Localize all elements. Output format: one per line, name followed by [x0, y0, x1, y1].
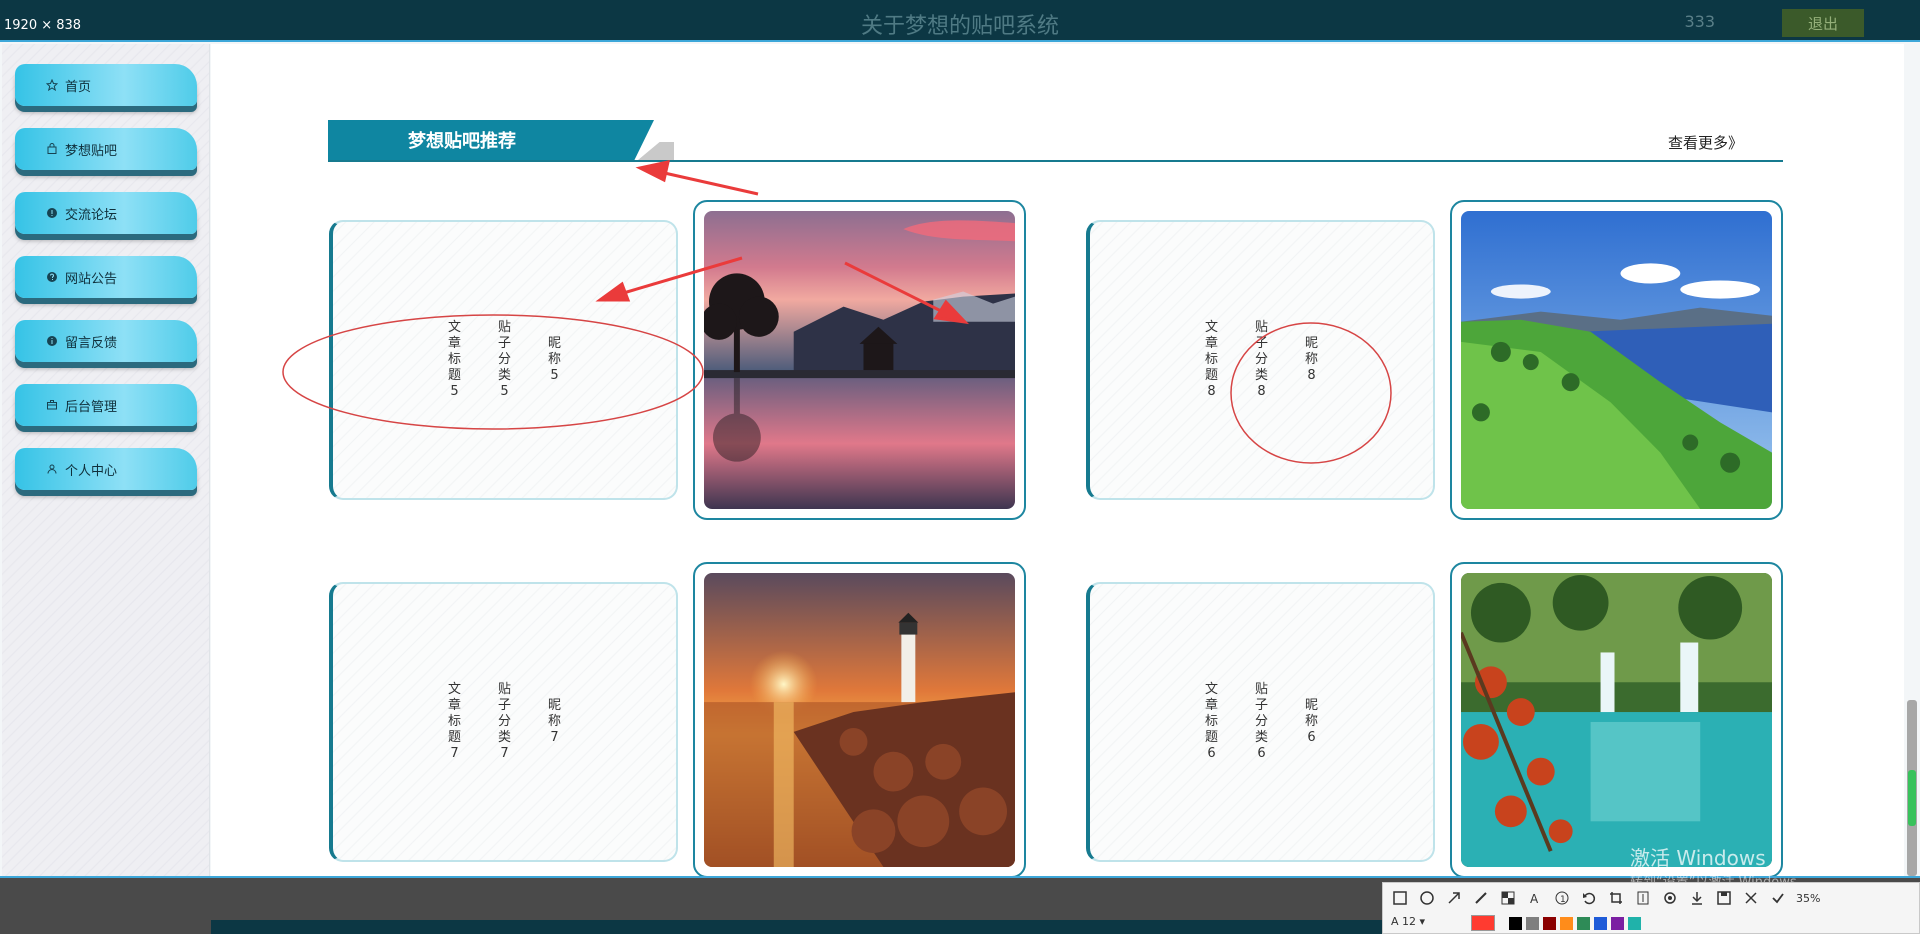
sidebar-item-label: 网站公告 [65, 271, 118, 287]
post-title: 文章标题5 [447, 320, 461, 399]
post-card[interactable]: 文章标题5 贴子分类5 昵称5 [329, 220, 678, 500]
post-image-card[interactable] [1450, 200, 1783, 520]
color-swatch[interactable] [1526, 916, 1539, 930]
rectangle-icon[interactable] [1391, 889, 1409, 907]
post-category: 贴子分类5 [497, 320, 511, 399]
close-icon[interactable] [1742, 889, 1760, 907]
check-icon[interactable] [1769, 889, 1787, 907]
color-swatch[interactable] [1509, 916, 1522, 930]
bag-icon [45, 142, 59, 156]
sidebar-item-label: 交流论坛 [65, 207, 118, 223]
sidebar-item-label: 梦想贴吧 [65, 143, 118, 159]
crop-icon[interactable] [1607, 889, 1625, 907]
user-icon [45, 462, 59, 476]
question-circle-icon [45, 270, 59, 284]
color-swatch[interactable] [1594, 916, 1607, 930]
sidebar-item-admin[interactable]: 后台管理 [15, 384, 197, 426]
sidebar-item-label: 留言反馈 [65, 335, 118, 351]
pencil-icon[interactable] [1472, 889, 1490, 907]
post-card[interactable]: 文章标题7 贴子分类7 昵称7 [329, 582, 678, 862]
download-icon[interactable] [1688, 889, 1706, 907]
scroll-indicator [1908, 770, 1916, 826]
site-title: 关于梦想的贴吧系统 [860, 14, 1059, 39]
sidebar-item-dream-forum[interactable]: 梦想贴吧 [15, 128, 197, 170]
post-category: 贴子分类7 [497, 682, 511, 761]
arrow-icon[interactable] [1445, 889, 1463, 907]
color-swatch[interactable] [1628, 916, 1641, 930]
sidebar-item-feedback[interactable]: 留言反馈 [15, 320, 197, 362]
post-title: 文章标题7 [447, 682, 461, 761]
post-image [1461, 573, 1772, 867]
svg-text:A: A [1530, 892, 1539, 905]
post-image-card[interactable] [693, 200, 1026, 520]
post-category: 贴子分类8 [1254, 320, 1268, 399]
undo-icon[interactable] [1580, 889, 1598, 907]
view-more-link[interactable]: 查看更多》 [1668, 132, 1743, 153]
color-swatch[interactable] [1611, 916, 1624, 930]
color-swatch[interactable] [1577, 916, 1590, 930]
post-meta: 文章标题6 贴子分类6 昵称6 [1090, 682, 1433, 762]
sidebar-item-announcements[interactable]: 网站公告 [15, 256, 197, 298]
post-image [1461, 211, 1772, 509]
logout-button[interactable]: 退出 [1782, 9, 1864, 37]
star-icon [45, 78, 59, 92]
post-card[interactable]: 文章标题6 贴子分类6 昵称6 [1086, 582, 1435, 862]
mosaic-icon[interactable] [1499, 889, 1517, 907]
color-swatch[interactable] [1543, 916, 1556, 930]
text-icon[interactable]: A [1526, 889, 1544, 907]
post-card[interactable]: 文章标题8 贴子分类8 昵称8 [1086, 220, 1435, 500]
font-size-select[interactable]: A 12 ▾ [1391, 915, 1451, 928]
post-meta: 文章标题8 贴子分类8 昵称8 [1090, 320, 1433, 400]
top-bar: 关于梦想的贴吧系统 333 退出 1920 × 838 [0, 0, 1920, 42]
sidebar-item-profile[interactable]: 个人中心 [15, 448, 197, 490]
post-image [704, 211, 1015, 509]
briefcase-icon [45, 398, 59, 412]
pin-icon[interactable] [1661, 889, 1679, 907]
post-meta: 文章标题5 贴子分类5 昵称5 [333, 320, 676, 400]
sidebar-item-home[interactable]: 首页 [15, 64, 197, 106]
selection-border [0, 40, 1920, 42]
sidebar-item-exchange-forum[interactable]: 交流论坛 [15, 192, 197, 234]
scroll-capture-icon[interactable] [1634, 889, 1652, 907]
color-palette [1383, 913, 1919, 933]
sidebar: 首页 梦想贴吧 交流论坛 网站公告 留言反馈 后台管理 个人中心 [2, 44, 210, 878]
info-circle-icon [45, 334, 59, 348]
post-nickname: 昵称7 [547, 698, 561, 745]
section-tab-shadow [638, 142, 674, 160]
number-icon[interactable]: 1 [1553, 889, 1571, 907]
zoom-level: 35% [1796, 891, 1821, 905]
post-image-card[interactable] [693, 562, 1026, 878]
post-meta: 文章标题7 贴子分类7 昵称7 [333, 682, 676, 762]
screenshot-toolbar: A 1 35% A 12 ▾ [1382, 882, 1920, 934]
sidebar-item-label: 个人中心 [65, 463, 118, 479]
sidebar-item-label: 首页 [65, 79, 92, 95]
sidebar-item-label: 后台管理 [65, 399, 118, 415]
save-icon[interactable] [1715, 889, 1733, 907]
post-image [704, 573, 1015, 867]
section-title: 梦想贴吧推荐 [328, 120, 654, 160]
toolbar-tools: A 1 35% [1383, 883, 1919, 913]
username-label: 333 [1684, 12, 1715, 31]
color-swatch[interactable] [1560, 916, 1573, 930]
section-header: 梦想贴吧推荐 查看更多》 [328, 120, 1783, 162]
post-nickname: 昵称6 [1304, 698, 1318, 745]
color-swatch[interactable] [1471, 915, 1495, 931]
svg-text:1: 1 [1560, 895, 1566, 905]
post-nickname: 昵称8 [1304, 336, 1318, 383]
post-title: 文章标题6 [1204, 682, 1218, 761]
info-circle-icon [45, 206, 59, 220]
dimension-readout: 1920 × 838 [0, 18, 86, 33]
post-title: 文章标题8 [1204, 320, 1218, 399]
circle-icon[interactable] [1418, 889, 1436, 907]
post-nickname: 昵称5 [547, 336, 561, 383]
post-category: 贴子分类6 [1254, 682, 1268, 761]
post-image-card[interactable] [1450, 562, 1783, 878]
